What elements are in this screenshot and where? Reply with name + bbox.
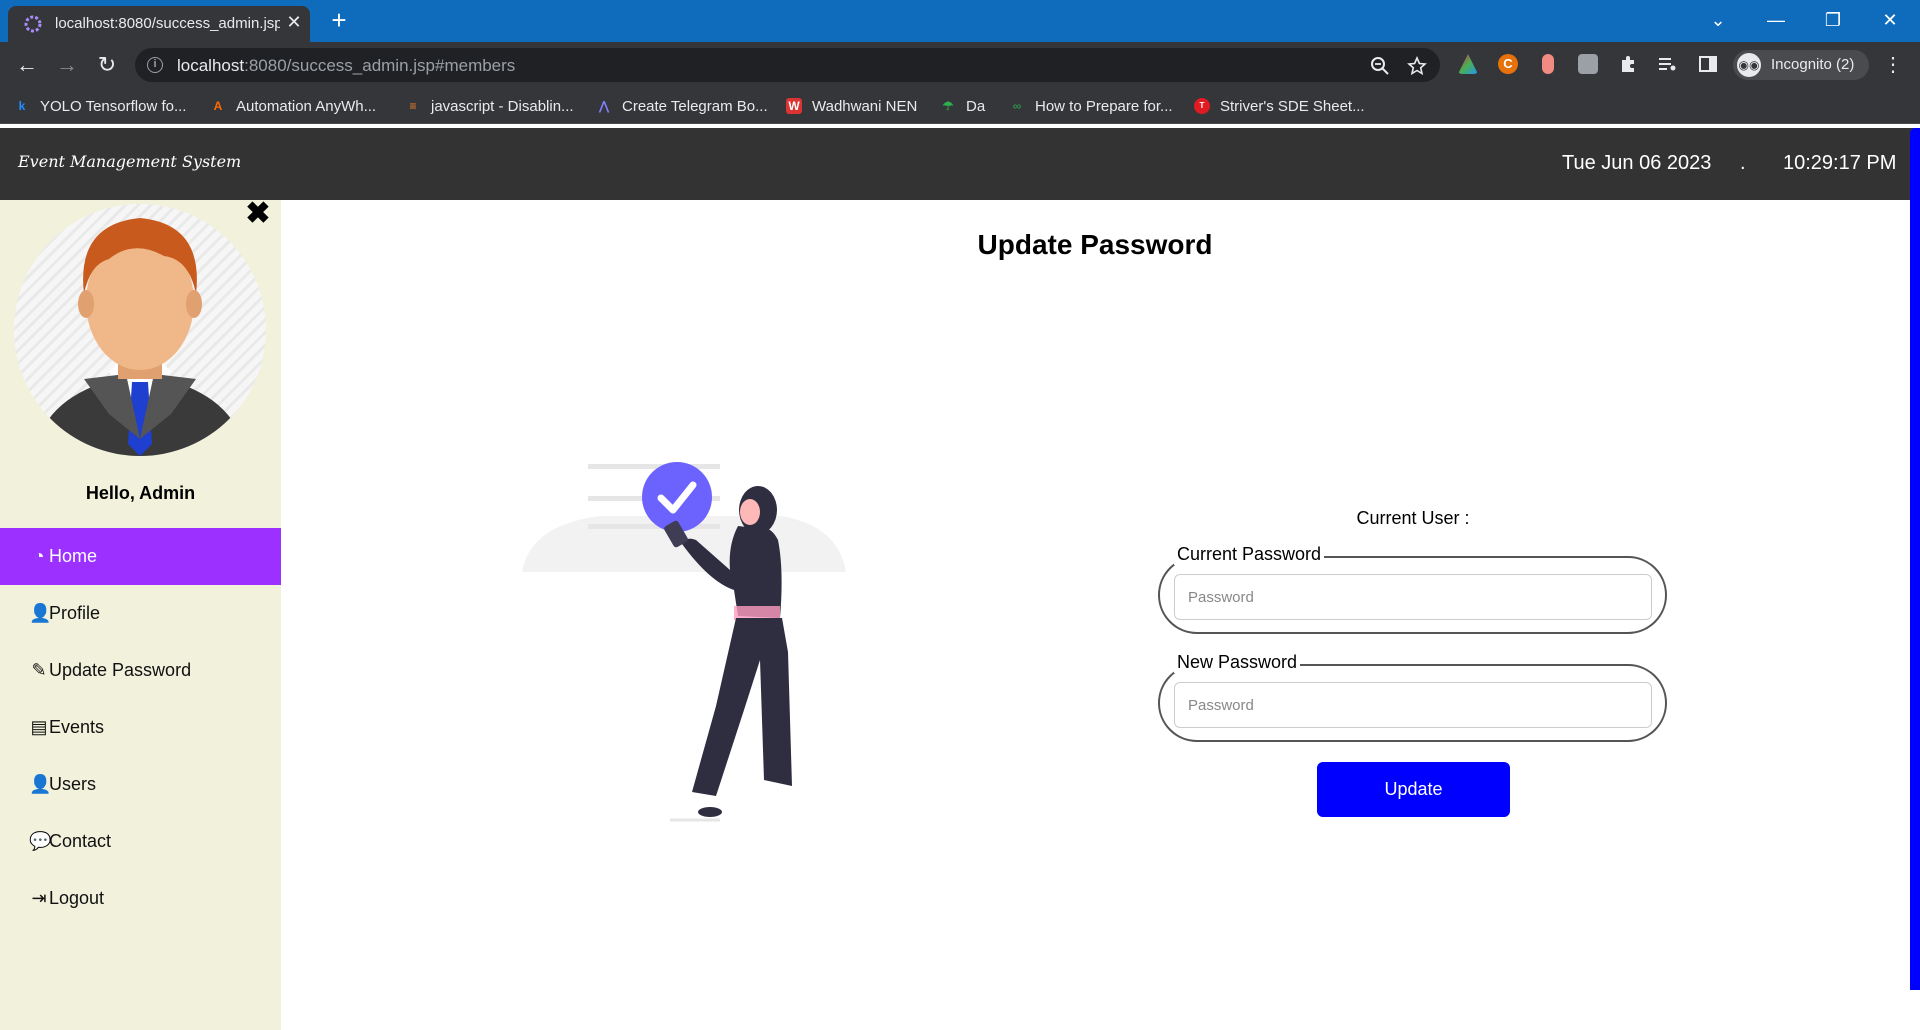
extensions-puzzle-icon[interactable]: [1618, 54, 1638, 74]
new-password-input[interactable]: [1174, 682, 1652, 728]
extension-c-icon[interactable]: C: [1498, 54, 1518, 74]
dashboard-icon: ◔: [33, 546, 45, 566]
browser-toolbar: ← → ↻ i localhost:8080/success_admin.jsp…: [0, 42, 1920, 88]
sidebar-item-contact[interactable]: 💬 Contact: [0, 813, 281, 870]
bookmark-icon: ≡: [409, 99, 417, 113]
sidebar-item-label: Update Password: [49, 660, 192, 680]
sidebar-item-label: Logout: [49, 888, 105, 908]
page-title: Update Password: [977, 229, 1213, 260]
sidebar-item-label: Profile: [49, 603, 101, 623]
bookmark-label: Wadhwani NEN: [812, 97, 918, 115]
sidebar-item-profile[interactable]: 👤 Profile: [0, 585, 281, 642]
bookmark-item[interactable]: A Automation AnyWh...: [210, 95, 376, 117]
sidebar-item-logout[interactable]: ⇥ Logout: [0, 870, 281, 927]
bookmark-item[interactable]: ≡ javascript - Disablin...: [405, 95, 574, 117]
forward-button[interactable]: →: [52, 50, 82, 80]
new-password-legend: New Password: [1174, 652, 1301, 673]
current-user-label: Current User :: [1356, 508, 1470, 528]
address-bar[interactable]: i localhost:8080/success_admin.jsp#membe…: [135, 48, 1440, 82]
greeting: Hello, Admin: [85, 483, 196, 503]
restore-button[interactable]: ❐: [1813, 4, 1853, 36]
bookmark-item[interactable]: ☂ Da: [940, 95, 986, 117]
header-time: 10:29:17 PM: [1783, 152, 1897, 174]
user-icon: 👤: [29, 603, 52, 623]
page-scrollbar[interactable]: [1910, 128, 1920, 990]
bookmark-item[interactable]: ∞ How to Prepare for...: [1009, 95, 1173, 117]
extension-capsule-icon[interactable]: [1542, 54, 1554, 74]
bookmark-item[interactable]: W Wadhwani NEN: [786, 95, 917, 117]
avatar: [14, 204, 266, 456]
tab-title: localhost:8080/success_admin.jsp#members: [55, 15, 280, 32]
sidebar-item-events[interactable]: ▤ Events: [0, 699, 281, 756]
bookmark-icon: T: [1194, 98, 1210, 114]
url-path: :8080/success_admin.jsp#members: [244, 56, 516, 75]
sidebar-item-label: Events: [49, 717, 105, 737]
sidebar-item-users[interactable]: 👤 Users: [0, 756, 281, 813]
sidebar-item-label: Home: [49, 546, 98, 566]
profile-label: Incognito (2): [1771, 56, 1855, 73]
current-password-input[interactable]: [1174, 574, 1652, 620]
comments-icon: 💬: [29, 831, 52, 851]
url-text[interactable]: localhost:8080/success_admin.jsp#members: [177, 56, 515, 76]
sidebar-item-update-password[interactable]: ✎ Update Password: [0, 642, 281, 699]
new-password-fieldset: New Password: [1158, 652, 1667, 742]
bookmark-label: YOLO Tensorflow fo...: [40, 97, 187, 115]
header-date: Tue Jun 06 2023: [1562, 152, 1712, 174]
minimize-button[interactable]: —: [1756, 4, 1796, 36]
incognito-profile-button[interactable]: ◉◉ Incognito (2): [1733, 50, 1869, 80]
bookmark-icon: ∞: [1012, 99, 1022, 113]
bookmark-icon: W: [786, 98, 802, 114]
confirmation-illustration: [522, 462, 846, 822]
close-window-button[interactable]: ✕: [1870, 4, 1910, 36]
new-tab-button[interactable]: +: [325, 6, 353, 34]
sidebar-item-home[interactable]: ◔ Home: [0, 528, 281, 585]
tab-close-icon[interactable]: ✕: [283, 11, 305, 33]
browser-menu-icon[interactable]: ⋮: [1883, 50, 1903, 80]
site-info-icon[interactable]: i: [147, 57, 163, 73]
bookmark-item[interactable]: T Striver's SDE Sheet...: [1194, 95, 1365, 117]
bookmark-star-icon[interactable]: [1407, 56, 1427, 76]
reload-button[interactable]: ↻: [92, 50, 122, 80]
app-header: Event Management System Tue Jun 06 2023 …: [0, 128, 1920, 200]
close-sidebar-icon[interactable]: ✖: [244, 199, 272, 229]
browser-titlebar: localhost:8080/success_admin.jsp#members…: [0, 0, 1920, 42]
edit-icon: ✎: [31, 660, 47, 680]
current-password-legend: Current Password: [1174, 544, 1325, 565]
admin-avatar-image: [34, 218, 246, 456]
url-host: localhost: [177, 56, 245, 75]
bookmark-icon: ☂: [942, 99, 954, 113]
sidebar-item-label: Users: [49, 774, 97, 794]
bookmarks-bar: k YOLO Tensorflow fo... A Automation AnyWh…: [0, 88, 1920, 124]
bookmark-icon: A: [213, 99, 223, 113]
bookmark-label: How to Prepare for...: [1035, 97, 1173, 115]
sidebar: ✖ Hello, Admin ◔ Home 👤 Profile ✎ Update…: [0, 199, 281, 1030]
current-password-fieldset: Current Password: [1158, 544, 1667, 634]
header-separator: .: [1740, 152, 1746, 174]
bookmark-item[interactable]: k YOLO Tensorflow fo...: [14, 95, 187, 117]
update-button[interactable]: Update: [1317, 762, 1510, 817]
copy-icon: ▤: [30, 717, 48, 737]
reading-list-icon[interactable]: [1657, 54, 1677, 74]
zoom-icon[interactable]: [1370, 56, 1390, 76]
browser-tab[interactable]: localhost:8080/success_admin.jsp#members…: [8, 6, 310, 42]
extension-prism-icon[interactable]: [1458, 54, 1478, 74]
tab-search-icon[interactable]: ⌄: [1698, 4, 1738, 36]
bookmark-icon: k: [18, 99, 26, 113]
extension-gray-icon[interactable]: [1578, 54, 1598, 74]
bookmark-label: Da: [966, 97, 986, 115]
bookmark-label: Create Telegram Bo...: [622, 97, 768, 115]
bookmark-icon: ⋀: [599, 99, 609, 113]
app-brand[interactable]: Event Management System: [18, 152, 241, 171]
tab-favicon-icon: [24, 15, 42, 33]
bookmark-label: Automation AnyWh...: [236, 97, 377, 115]
logout-icon: ⇥: [31, 888, 47, 908]
incognito-icon: ◉◉: [1737, 53, 1761, 77]
back-button[interactable]: ←: [12, 50, 42, 80]
bookmark-label: javascript - Disablin...: [431, 97, 574, 115]
bookmark-label: Striver's SDE Sheet...: [1220, 97, 1365, 115]
user-icon: 👤: [29, 774, 52, 794]
sidebar-item-label: Contact: [49, 831, 112, 851]
side-panel-icon[interactable]: [1698, 54, 1718, 74]
bookmark-item[interactable]: ⋀ Create Telegram Bo...: [596, 95, 768, 117]
